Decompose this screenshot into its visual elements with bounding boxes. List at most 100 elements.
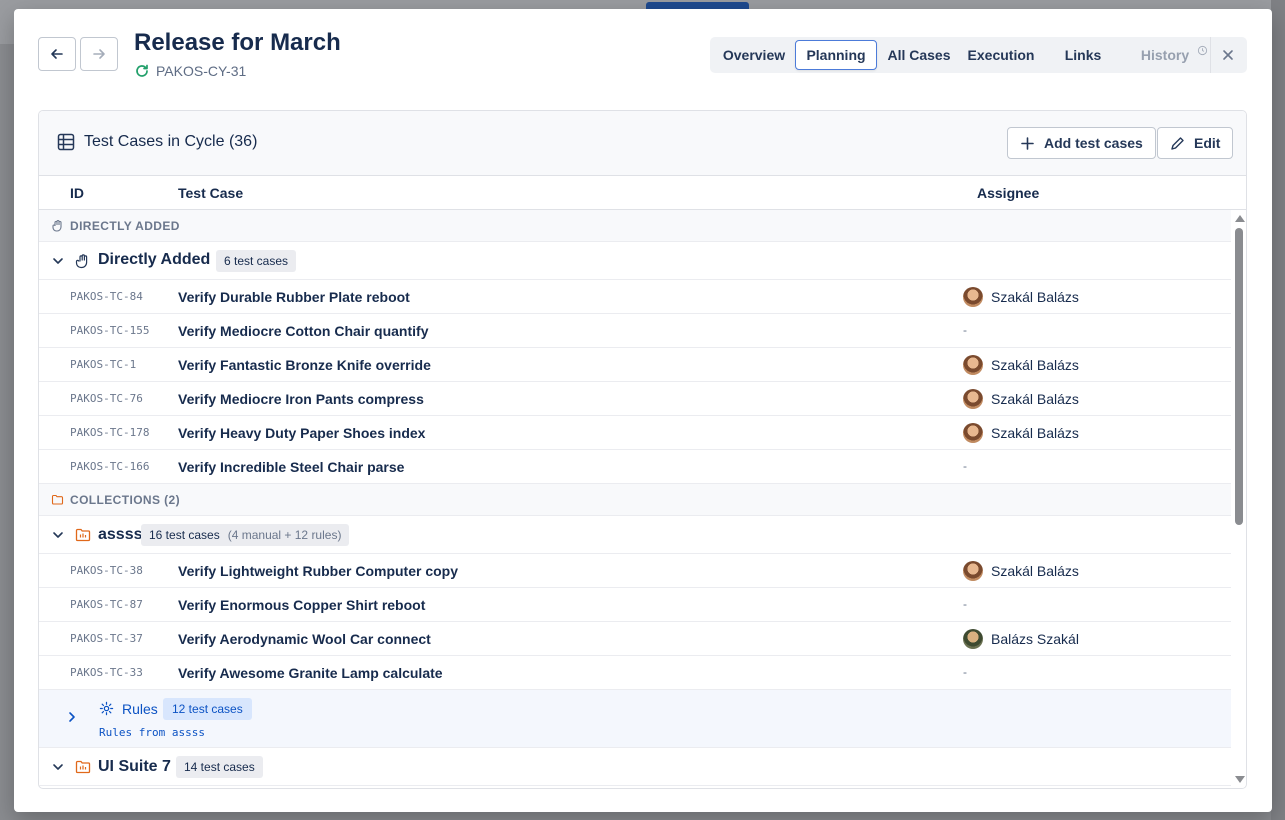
collection-folder-icon — [75, 760, 91, 774]
table-row[interactable]: PAKOS-TC-33 Verify Awesome Granite Lamp … — [39, 656, 1231, 690]
tab-execution[interactable]: Execution — [961, 40, 1041, 70]
assignee-empty: - — [963, 459, 967, 473]
case-name[interactable]: Verify Durable Rubber Plate reboot — [178, 289, 410, 305]
count-badge: 14 test cases — [176, 756, 263, 778]
assignee: Szakál Balázs — [963, 423, 1079, 443]
section-header-direct: DIRECTLY ADDED — [39, 210, 1231, 242]
case-id: PAKOS-TC-166 — [70, 460, 150, 473]
table-body: DIRECTLY ADDED Directly Added 6 test cas… — [39, 210, 1231, 788]
table-row[interactable]: PAKOS-TC-87 Verify Enormous Copper Shirt… — [39, 588, 1231, 622]
table-row[interactable]: PAKOS-TC-166 Verify Incredible Steel Cha… — [39, 450, 1231, 484]
panel-title-text: Test Cases in Cycle (36) — [84, 133, 258, 150]
column-header-test-case[interactable]: Test Case — [178, 185, 243, 201]
table-row[interactable]: PAKOS-TC-37 Verify Aerodynamic Wool Car … — [39, 622, 1231, 656]
tab-history: History — [1140, 47, 1190, 63]
assignee: Szakál Balázs — [963, 561, 1079, 581]
plus-icon — [1021, 136, 1034, 150]
arrow-right-icon — [93, 49, 105, 59]
table-row[interactable]: PAKOS-TC-84 Verify Durable Rubber Plate … — [39, 280, 1231, 314]
add-test-cases-label: Add test cases — [1044, 135, 1143, 151]
case-id: PAKOS-TC-37 — [70, 632, 143, 645]
assignee-name: Szakál Balázs — [991, 357, 1079, 373]
case-name[interactable]: Verify Mediocre Cotton Chair quantify — [178, 323, 428, 339]
arrow-left-icon — [51, 49, 63, 59]
back-button[interactable] — [38, 37, 76, 71]
page-title: Release for March — [134, 29, 341, 56]
tab-all-cases[interactable]: All Cases — [880, 40, 958, 70]
edit-label: Edit — [1194, 135, 1221, 151]
table-icon — [57, 133, 75, 151]
avatar — [963, 561, 983, 581]
clock-icon — [1197, 45, 1208, 56]
close-button[interactable] — [1215, 43, 1241, 67]
panel-title: Test Cases in Cycle (36) — [57, 133, 257, 151]
hand-icon — [52, 219, 62, 232]
background-edge — [1271, 0, 1285, 820]
avatar — [963, 287, 983, 307]
tab-overview[interactable]: Overview — [714, 40, 794, 70]
assignee-name: Szakál Balázs — [991, 425, 1079, 441]
section-header-collections: COLLECTIONS (2) — [39, 484, 1231, 516]
chevron-down-icon[interactable] — [52, 761, 64, 773]
scroll-up-arrow-icon[interactable] — [1235, 215, 1245, 222]
group-row-directly-added[interactable]: Directly Added 6 test cases — [39, 242, 1231, 280]
pencil-icon — [1171, 136, 1184, 150]
table-row[interactable]: PAKOS-TC-76 Verify Mediocre Iron Pants c… — [39, 382, 1231, 416]
case-name[interactable]: Verify Heavy Duty Paper Shoes index — [178, 425, 425, 441]
chevron-down-icon[interactable] — [52, 529, 64, 541]
chevron-right-icon[interactable] — [66, 711, 78, 723]
table-header: ID Test Case Assignee — [39, 176, 1246, 210]
case-name[interactable]: Verify Awesome Granite Lamp calculate — [178, 665, 443, 681]
case-id: PAKOS-TC-1 — [70, 358, 137, 371]
case-name[interactable]: Verify Aerodynamic Wool Car connect — [178, 631, 431, 647]
column-header-assignee[interactable]: Assignee — [977, 185, 1039, 201]
rules-count-badge: 12 test cases — [163, 698, 252, 720]
group-name: Directly Added — [98, 251, 211, 268]
cycle-key-text: PAKOS-CY-31 — [156, 63, 247, 79]
case-id: PAKOS-TC-76 — [70, 392, 143, 405]
forward-button[interactable] — [80, 37, 118, 71]
tab-divider — [1210, 37, 1211, 73]
scrollbar-thumb[interactable] — [1235, 228, 1243, 525]
assignee-name: Balázs Szakál — [991, 631, 1079, 647]
avatar — [963, 389, 983, 409]
group-name: UI Suite 7 — [98, 758, 171, 775]
count-badge: 16 test cases (4 manual + 12 rules) — [141, 524, 350, 546]
case-name[interactable]: Verify Mediocre Iron Pants compress — [178, 391, 424, 407]
case-id: PAKOS-TC-155 — [70, 324, 150, 337]
add-test-cases-button[interactable]: Add test cases — [1007, 127, 1156, 159]
table-row[interactable]: PAKOS-TC-1 Verify Fantastic Bronze Knife… — [39, 348, 1231, 382]
rules-source: Rules from assss — [99, 726, 205, 739]
rules-row[interactable]: Rules 12 test cases Rules from assss — [39, 690, 1231, 748]
folder-icon — [51, 494, 64, 505]
assignee: Balázs Szakál — [963, 629, 1079, 649]
panel-header: Test Cases in Cycle (36) Add test cases … — [39, 111, 1246, 176]
table-row[interactable]: PAKOS-TC-38 Verify Lightweight Rubber Co… — [39, 554, 1231, 588]
avatar — [963, 355, 983, 375]
scroll-down-arrow-icon[interactable] — [1235, 776, 1245, 783]
assignee: Szakál Balázs — [963, 355, 1079, 375]
tab-planning[interactable]: Planning — [795, 40, 877, 70]
section-label: DIRECTLY ADDED — [70, 219, 180, 233]
assignee-empty: - — [963, 323, 967, 337]
group-row-assss[interactable]: assss 16 test cases (4 manual + 12 rules) — [39, 516, 1231, 554]
edit-button[interactable]: Edit — [1157, 127, 1234, 159]
vertical-scrollbar[interactable] — [1231, 210, 1246, 788]
table-row[interactable]: PAKOS-TC-178 Verify Heavy Duty Paper Sho… — [39, 416, 1231, 450]
avatar — [963, 423, 983, 443]
case-name[interactable]: Verify Lightweight Rubber Computer copy — [178, 563, 458, 579]
cycle-key: PAKOS-CY-31 — [134, 63, 246, 79]
column-header-id[interactable]: ID — [70, 185, 84, 201]
tab-links[interactable]: Links — [1045, 40, 1121, 70]
case-name[interactable]: Verify Enormous Copper Shirt reboot — [178, 597, 425, 613]
assignee-name: Szakál Balázs — [991, 563, 1079, 579]
table-row[interactable]: PAKOS-TC-155 Verify Mediocre Cotton Chai… — [39, 314, 1231, 348]
collection-folder-icon — [75, 528, 91, 542]
group-name: assss — [98, 526, 143, 543]
group-row-ui-suite-7[interactable]: UI Suite 7 14 test cases — [39, 748, 1231, 786]
assignee-name: Szakál Balázs — [991, 289, 1079, 305]
case-name[interactable]: Verify Incredible Steel Chair parse — [178, 459, 404, 475]
tab-bar: Overview Planning All Cases Execution Li… — [710, 37, 1247, 73]
case-name[interactable]: Verify Fantastic Bronze Knife override — [178, 357, 431, 373]
chevron-down-icon[interactable] — [52, 255, 64, 267]
